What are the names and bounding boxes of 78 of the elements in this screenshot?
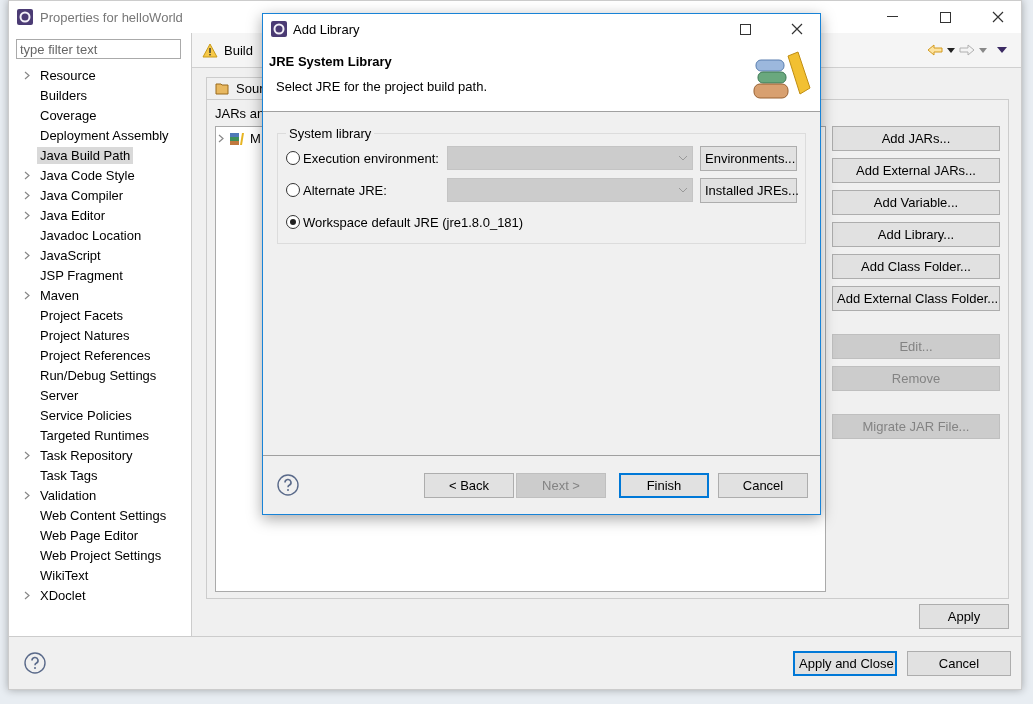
sidebar-item[interactable]: Java Build Path [37,146,134,164]
app-icon [271,21,287,37]
minimize-icon[interactable] [886,16,898,18]
sidebar-item[interactable]: Resource [37,66,99,84]
sidebar-item[interactable]: WikiText [37,566,92,584]
sidebar-item[interactable]: Validation [37,486,100,504]
sidebar-item[interactable]: Web Page Editor [37,526,142,544]
filter-field[interactable]: type filter text [16,39,181,59]
action-button[interactable]: Add External JARs... [832,158,1000,183]
footer-button[interactable]: Apply and Close [793,650,897,676]
sidebar-item[interactable]: Targeted Runtimes [37,426,153,444]
chevron-icon[interactable] [23,590,30,600]
sidebar-item[interactable]: XDoclet [37,586,89,604]
sidebar-item[interactable]: Task Tags [37,466,101,484]
sidebar-item[interactable]: Builders [37,86,90,104]
wizard-button[interactable]: Cancel [718,472,808,498]
sidebar-item[interactable]: Service Policies [37,406,135,424]
wizard-button[interactable]: Finish [619,472,709,498]
sidebar-item[interactable]: Javadoc Location [37,226,145,244]
dropdown-icon[interactable] [947,47,955,53]
sidebar-item[interactable]: Deployment Assembly [37,126,172,144]
sidebar-item[interactable]: Maven [37,286,83,304]
maximize-icon[interactable] [939,11,951,23]
radio-button[interactable] [286,183,300,197]
sidebar-item[interactable]: Coverage [37,106,100,124]
sidebar-item[interactable]: Server [37,386,82,404]
close-icon[interactable] [992,11,1004,23]
chevron-icon[interactable] [23,490,30,500]
radio-button[interactable] [286,151,300,165]
chevron-icon[interactable] [23,250,30,260]
folder-icon [215,82,231,95]
sidebar-item[interactable]: Project Facets [37,306,127,324]
dialog-heading: JRE System Library [269,54,393,69]
option-label: Workspace default JRE (jre1.8.0_181) [303,214,524,230]
chevron-icon[interactable] [23,70,30,80]
page-title: Build [224,42,254,58]
help-icon[interactable] [24,652,46,674]
option-label: Execution environment: [303,150,440,166]
option-button[interactable]: Installed JREs... [700,177,797,203]
chevron-icon[interactable] [23,290,30,300]
action-button[interactable]: Add Class Folder... [832,254,1000,279]
sidebar-item[interactable]: Project Natures [37,326,133,344]
dialog-subtitle: Select JRE for the project build path. [275,79,488,94]
close-icon[interactable] [791,23,803,35]
action-button[interactable]: Add External Class Folder... [832,286,1000,311]
sidebar-item[interactable]: JSP Fragment [37,266,126,284]
dialog-title: Add Library [293,21,361,37]
wizard-button[interactable]: < Back [424,472,514,498]
action-button[interactable]: Add JARs... [832,126,1000,151]
app-icon [17,9,33,25]
sidebar-item[interactable]: Java Compiler [37,186,127,204]
sidebar-item[interactable]: Web Project Settings [37,546,165,564]
sidebar-item[interactable]: Web Content Settings [37,506,170,524]
action-button[interactable]: Add Variable... [832,190,1000,215]
option-label: Alternate JRE: [303,182,388,198]
sidebar-item[interactable]: JavaScript [37,246,104,264]
tree-item[interactable]: M [250,131,261,146]
option-button[interactable]: Environments... [700,145,797,171]
books-icon [229,131,245,146]
sidebar-item[interactable]: Task Repository [37,446,136,464]
chevron-icon[interactable] [218,134,224,143]
sidebar-item[interactable]: Java Code Style [37,166,138,184]
chevron-down-icon [678,155,688,161]
action-button[interactable]: Add Library... [832,222,1000,247]
group-label: System library [288,126,373,141]
sidebar-item[interactable]: Project References [37,346,154,364]
help-icon[interactable] [277,474,299,496]
footer-button[interactable]: Cancel [907,650,1011,676]
radio-button[interactable] [286,215,300,229]
menu-icon[interactable] [997,47,1007,53]
warning-icon [202,42,218,58]
chevron-down-icon [678,187,688,193]
chevron-icon[interactable] [23,450,30,460]
maximize-icon[interactable] [739,23,751,35]
window-title: Properties for helloWorld [40,9,184,25]
sidebar-item[interactable]: Java Editor [37,206,109,224]
sidebar-item[interactable]: Run/Debug Settings [37,366,160,384]
apply-button[interactable]: Apply [919,604,1009,629]
